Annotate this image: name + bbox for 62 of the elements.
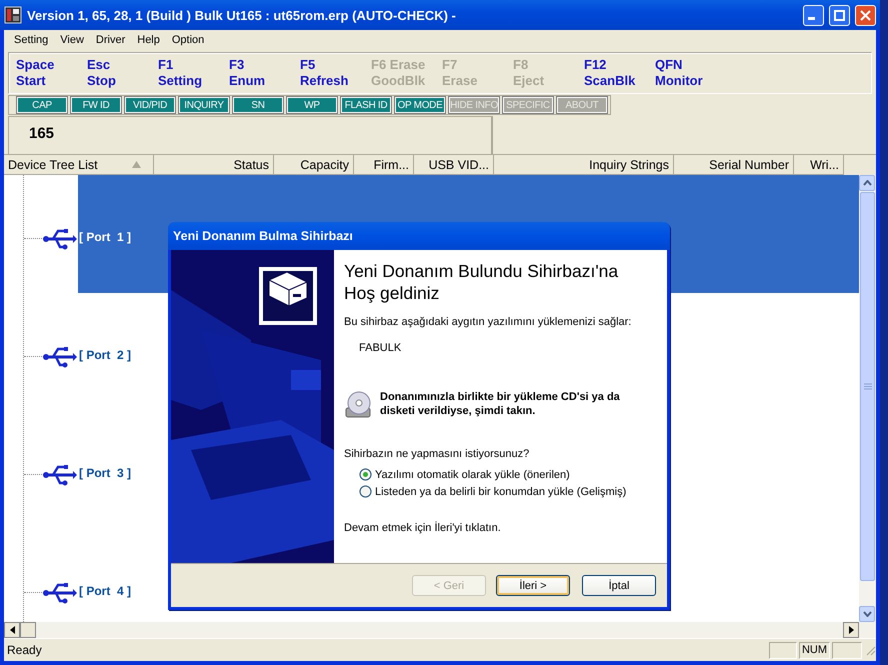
- hotkey-button[interactable]: F5 Refresh: [300, 53, 371, 93]
- scroll-thumb[interactable]: [20, 622, 36, 638]
- tree-item[interactable]: [ Port 2 ]: [78, 348, 132, 364]
- radio-label[interactable]: Listeden ya da belirli bir konumdan yükle (Gelişmiş): [375, 486, 626, 498]
- status-panel: [768, 642, 797, 658]
- menu-item[interactable]: Setting: [8, 34, 54, 46]
- toolbar-button[interactable]: FLASH ID: [341, 97, 391, 113]
- tree-item[interactable]: [ Port 1 ]: [78, 230, 132, 246]
- menu-item[interactable]: Option: [166, 34, 210, 46]
- cd-instruction: Donanımınızla birlikte bir yükleme CD'si ya da disketi verildiyse, şimdi takın.: [380, 390, 621, 418]
- status-text: Ready: [6, 643, 43, 657]
- num-lock-indicator: NUM: [798, 642, 830, 658]
- usb-icon: [43, 228, 77, 250]
- dialog-button[interactable]: İleri >: [496, 575, 570, 596]
- instruction-text: Devam etmek için İleri'yi tıklatın.: [344, 522, 502, 534]
- scroll-left-button[interactable]: [4, 622, 20, 638]
- app-icon: [4, 6, 22, 24]
- count-label: 165: [29, 125, 54, 142]
- toolbar-button[interactable]: WP: [287, 97, 337, 113]
- tree-item[interactable]: [ Port 4 ]: [78, 584, 132, 600]
- maximize-icon: [834, 10, 845, 20]
- toolbar-button[interactable]: FW ID: [71, 97, 121, 113]
- minimize-icon: [808, 16, 815, 20]
- toolbar-button[interactable]: VID/PID: [125, 97, 175, 113]
- radio-button[interactable]: [359, 485, 372, 498]
- intro-text: Bu sihirbaz aşağıdaki aygıtın yazılımını yüklemenizi sağlar:: [344, 316, 632, 328]
- menu-item[interactable]: Help: [131, 34, 166, 46]
- hotkey-button[interactable]: QFN Monitor: [655, 53, 726, 93]
- scroll-down-button[interactable]: [859, 606, 875, 622]
- toolbar-button[interactable]: INQUIRY: [179, 97, 229, 113]
- left-arrow-icon: [10, 626, 14, 634]
- hotkey-button[interactable]: Esc Stop: [87, 53, 158, 93]
- scroll-thumb[interactable]: [860, 192, 875, 581]
- resize-grip-icon[interactable]: [864, 644, 876, 656]
- tree-item[interactable]: [ Port 3 ]: [78, 466, 132, 482]
- window-title: Version 1, 65, 28, 1 (Build ) Bulk Ut165 : ut65rom.erp (AUTO-CHECK) -: [27, 8, 457, 22]
- dialog-title: Yeni Donanım Bulma Sihirbazı: [168, 222, 670, 250]
- scroll-up-button[interactable]: [859, 175, 875, 191]
- close-icon: [860, 10, 871, 20]
- radio-label[interactable]: Yazılımı otomatik olarak yükle (önerilen): [375, 468, 570, 480]
- toolbar-button[interactable]: CAP: [17, 97, 67, 113]
- hotkey-button[interactable]: Space Start: [16, 53, 87, 93]
- menu-item[interactable]: View: [54, 34, 90, 46]
- toolbar-button[interactable]: OP MODE: [395, 97, 445, 113]
- hotkey-button[interactable]: F3 Enum: [229, 53, 300, 93]
- minimize-button[interactable]: [803, 4, 824, 26]
- usb-icon: [43, 582, 77, 604]
- close-button[interactable]: [855, 4, 876, 26]
- question-text: Sihirbazın ne yapmasını istiyorsunuz?: [344, 448, 530, 460]
- toolbar-button[interactable]: SN: [233, 97, 283, 113]
- maximize-button[interactable]: [829, 4, 850, 26]
- status-panel: [832, 642, 862, 658]
- device-name: FABULK: [359, 342, 402, 354]
- hotkey-button[interactable]: F12 ScanBlk: [584, 53, 655, 93]
- usb-icon: [43, 346, 77, 368]
- scroll-right-button[interactable]: [843, 622, 859, 638]
- usb-icon: [43, 464, 77, 486]
- right-arrow-icon: [848, 626, 854, 634]
- menu-item[interactable]: Driver: [90, 34, 132, 46]
- dialog-button[interactable]: İptal: [582, 575, 656, 596]
- hotkey-button[interactable]: F1 Setting: [158, 53, 229, 93]
- radio-button[interactable]: [359, 468, 372, 481]
